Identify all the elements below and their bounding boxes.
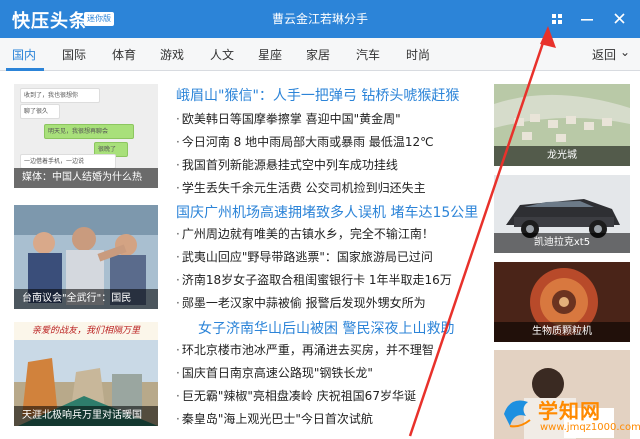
news-item[interactable]: · 学生丢失千余元生活费 公交司机捡到归还失主 xyxy=(176,179,496,196)
tab-horoscope[interactable]: 星座 xyxy=(258,46,282,63)
tab-fashion[interactable]: 时尚 xyxy=(406,46,430,63)
news-item[interactable]: · 今日河南 8 地中雨局部大雨或暴雨 最低温12℃ xyxy=(176,133,496,150)
news-item[interactable]: · 济南18岁女子盗取合租闺蜜银行卡 1年半取走16万 xyxy=(176,271,496,288)
news-item[interactable]: · 国庆首日南京高速公路现"钢铁长龙" xyxy=(176,364,496,381)
chat-bubble: 收到了，我也很想你 xyxy=(20,88,100,103)
tab-home[interactable]: 家居 xyxy=(306,46,330,63)
close-icon[interactable] xyxy=(608,8,630,30)
thumbnail-caption: 台南议会"全武行"：国民 xyxy=(14,289,158,309)
headline-link[interactable]: 国庆广州机场高速拥堵致多人误机 堵车达15公里 xyxy=(176,202,496,222)
news-item-text: 国庆首日南京高速公路现"钢铁长龙" xyxy=(181,366,373,380)
title-bar: 快压头条 迷你版 曹云金江若琳分手 xyxy=(0,0,640,38)
tab-games[interactable]: 游戏 xyxy=(160,46,184,63)
minimize-icon[interactable] xyxy=(576,8,598,30)
thumbnail-caption: 龙光城 xyxy=(494,146,630,166)
bullet-icon: · xyxy=(176,389,180,403)
news-item-text: 秦皇岛"海上观光巴士"今日首次试航 xyxy=(181,412,373,426)
bullet-icon: · xyxy=(176,135,180,149)
news-thumbnail-council[interactable]: 台南议会"全武行"：国民 xyxy=(14,205,158,309)
chat-bubble: 一边借着手机，一边说 xyxy=(20,154,116,169)
bullet-icon: · xyxy=(176,181,180,195)
news-item[interactable]: · 巨无霸"辣椒"亮相盘凑岭 庆祝祖国67岁华诞 xyxy=(176,387,496,404)
news-item-text: 学生丢失千余元生活费 公交司机捡到归还失主 xyxy=(181,181,426,195)
bullet-icon: · xyxy=(176,343,180,357)
bullet-icon: · xyxy=(176,296,180,310)
news-thumbnail-arctic[interactable]: 亲爱的战友，我们相隔万里 天涯北极响兵万里对话暖国 xyxy=(14,322,158,426)
headline-link[interactable]: 峨眉山"猴信"：人手一把弹弓 钻桥头唬猴赶猴 xyxy=(176,85,496,105)
bullet-icon: · xyxy=(176,366,180,380)
tab-international[interactable]: 国际 xyxy=(62,46,86,63)
watermark-logo-icon xyxy=(504,400,531,428)
news-item[interactable]: · 我国首列新能源悬挂式空中列车成功挂线 xyxy=(176,156,496,173)
tab-culture[interactable]: 人文 xyxy=(210,46,234,63)
bullet-icon: · xyxy=(176,158,180,172)
watermark-text: 学知网 xyxy=(538,399,601,423)
news-item-text: 广州周边就有唯美的古镇水乡，完全不输江南！ xyxy=(181,227,434,241)
ad-thumbnail-real-estate[interactable]: 龙光城 xyxy=(494,84,630,166)
news-item[interactable]: · 欧美韩日等国摩拳擦掌 喜迎中国"黄金周" xyxy=(176,110,496,127)
news-item-text: 武夷山回应"野导带路逃票"：国家旅游局已过问 xyxy=(181,250,433,264)
news-item-text: 欧美韩日等国摩拳擦掌 喜迎中国"黄金周" xyxy=(181,112,401,126)
chat-bubble: 明天见，我很想再聊会 xyxy=(44,124,134,139)
news-item[interactable]: · 郧墨一老汉家中蒜被偷 报警后发现外甥女所为 xyxy=(176,294,496,311)
thumbnail-banner: 亲爱的战友，我们相隔万里 xyxy=(14,322,158,340)
site-watermark: 学知网 www.jmqz1000.com xyxy=(500,392,640,439)
bullet-icon: · xyxy=(176,250,180,264)
watermark-url: www.jmqz1000.com xyxy=(540,422,640,433)
news-item-text: 郧墨一老汉家中蒜被偷 报警后发现外甥女所为 xyxy=(181,296,426,310)
news-thumbnail-chat[interactable]: 收到了，我也很想你 聊了很久 明天见，我很想再聊会 很晚了 一边借着手机，一边说… xyxy=(14,84,158,188)
bullet-icon: · xyxy=(176,112,180,126)
thumbnail-caption: 凯迪拉克xt5 xyxy=(494,233,630,253)
news-item-text: 今日河南 8 地中雨局部大雨或暴雨 最低温12℃ xyxy=(181,135,434,149)
thumbnail-caption: 媒体：中国人结婚为什么热 xyxy=(14,168,158,188)
chevron-down-icon[interactable]: ⌄ xyxy=(620,45,630,59)
news-item-text: 环北京楼市池冰严重，再涌进去买房，并不理智 xyxy=(181,343,434,357)
tab-domestic[interactable]: 国内 xyxy=(12,46,36,63)
tab-auto[interactable]: 汽车 xyxy=(356,46,380,63)
news-item-text: 巨无霸"辣椒"亮相盘凑岭 庆祝祖国67岁华诞 xyxy=(181,389,416,403)
thumbnail-caption: 生物质颗粒机 xyxy=(494,322,630,342)
active-tab-indicator xyxy=(6,68,44,71)
bullet-icon: · xyxy=(176,227,180,241)
grid-menu-icon[interactable] xyxy=(546,8,568,30)
ad-thumbnail-car[interactable]: 凯迪拉克xt5 xyxy=(494,175,630,253)
bullet-icon: · xyxy=(176,412,180,426)
news-item[interactable]: · 武夷山回应"野导带路逃票"：国家旅游局已过问 xyxy=(176,248,496,265)
back-button[interactable]: 返回 xyxy=(592,46,616,63)
news-item[interactable]: · 环北京楼市池冰严重，再涌进去买房，并不理智 xyxy=(176,341,496,358)
news-item[interactable]: · 广州周边就有唯美的古镇水乡，完全不输江南！ xyxy=(176,225,496,242)
tab-sports[interactable]: 体育 xyxy=(112,46,136,63)
bullet-icon: · xyxy=(176,273,180,287)
headline-link[interactable]: 女子济南华山后山被困 警民深夜上山救助 xyxy=(198,318,518,338)
news-item[interactable]: · 秦皇岛"海上观光巴士"今日首次试航 xyxy=(176,410,496,427)
thumbnail-caption: 天涯北极响兵万里对话暖国 xyxy=(14,406,158,426)
news-item-text: 我国首列新能源悬挂式空中列车成功挂线 xyxy=(181,158,398,172)
news-item-text: 济南18岁女子盗取合租闺蜜银行卡 1年半取走16万 xyxy=(181,273,452,287)
window-title-headline[interactable]: 曹云金江若琳分手 xyxy=(0,10,640,27)
chat-bubble: 聊了很久 xyxy=(20,104,60,119)
category-tabs: 国内 国际 体育 游戏 人文 星座 家居 汽车 时尚 返回 ⌄ xyxy=(0,38,640,71)
ad-thumbnail-machine[interactable]: 生物质颗粒机 xyxy=(494,262,630,342)
